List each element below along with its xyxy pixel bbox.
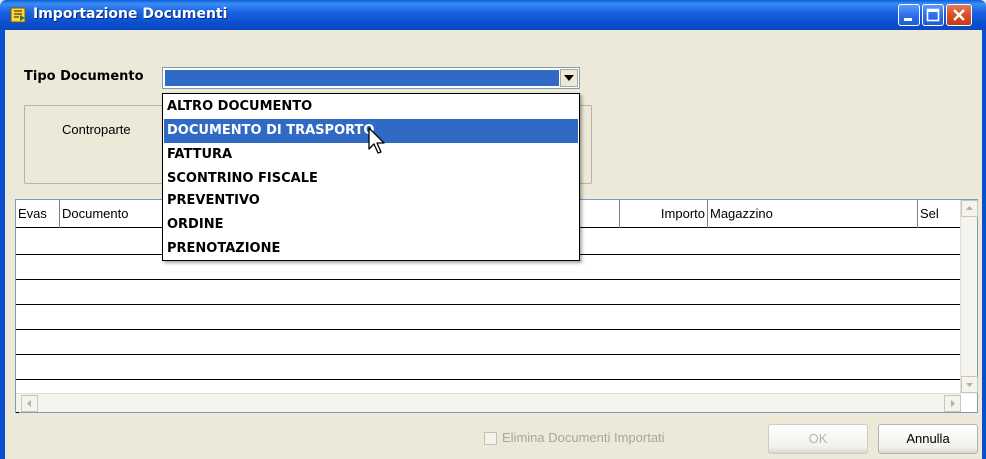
tipo-documento-label: Tipo Documento [24,69,144,84]
minimize-button[interactable] [898,4,920,26]
dropdown-item[interactable]: PRENOTAZIONE [164,237,578,261]
column-header-sel[interactable]: Sel [918,200,961,228]
annulla-button[interactable]: Annulla [878,424,978,454]
ok-button[interactable]: OK [768,424,868,454]
close-icon [953,9,965,21]
mouse-pointer-icon [368,127,385,154]
scroll-right-button[interactable] [944,395,961,412]
dropdown-item[interactable]: SCONTRINO FISCALE [164,167,578,191]
grid-row-line [16,329,961,330]
column-header-evas[interactable]: Evas [16,200,60,228]
minimize-icon [904,18,912,21]
grid-row-line [16,354,961,355]
window-border-left [0,30,5,459]
document-import-icon [10,7,27,23]
dropdown-item[interactable]: PREVENTIVO [164,189,578,213]
chevron-down-icon [564,75,574,81]
controparte-label: Controparte [62,122,131,137]
maximize-icon [926,8,940,22]
window-border-right [982,30,986,459]
grid-row-line [16,279,961,280]
elimina-checkbox[interactable] [484,432,497,445]
maximize-button[interactable] [922,4,944,26]
tipo-documento-dropdown-list[interactable]: ALTRO DOCUMENTO DOCUMENTO DI TRASPORTO F… [162,93,580,261]
scroll-left-icon [27,400,31,407]
dropdown-item[interactable]: ORDINE [164,213,578,237]
horizontal-scrollbar[interactable] [16,393,961,412]
column-header-importo[interactable]: Importo [620,200,708,228]
title-bar[interactable]: Importazione Documenti [0,0,986,30]
scroll-up-button[interactable] [961,200,978,217]
combobox-value [165,70,559,86]
combobox-dropdown-button[interactable] [560,69,578,87]
close-button[interactable] [946,4,972,26]
scroll-right-icon [951,400,955,407]
scroll-up-icon [966,206,973,210]
tipo-documento-combobox[interactable] [162,67,580,89]
scroll-down-icon [966,383,973,387]
dropdown-item[interactable]: ALTRO DOCUMENTO [164,95,578,119]
scroll-left-button[interactable] [21,395,38,412]
import-documents-window: Importazione Documenti Tipo Documento Co… [0,0,986,459]
scroll-down-button[interactable] [961,376,978,393]
elimina-checkbox-label: Elimina Documenti Importati [502,430,665,445]
vertical-scrollbar[interactable] [960,200,978,394]
grid-row-line [16,304,961,305]
grid-row-line [16,379,961,380]
column-header-magazzino[interactable]: Magazzino [708,200,918,228]
window-title: Importazione Documenti [33,6,228,22]
